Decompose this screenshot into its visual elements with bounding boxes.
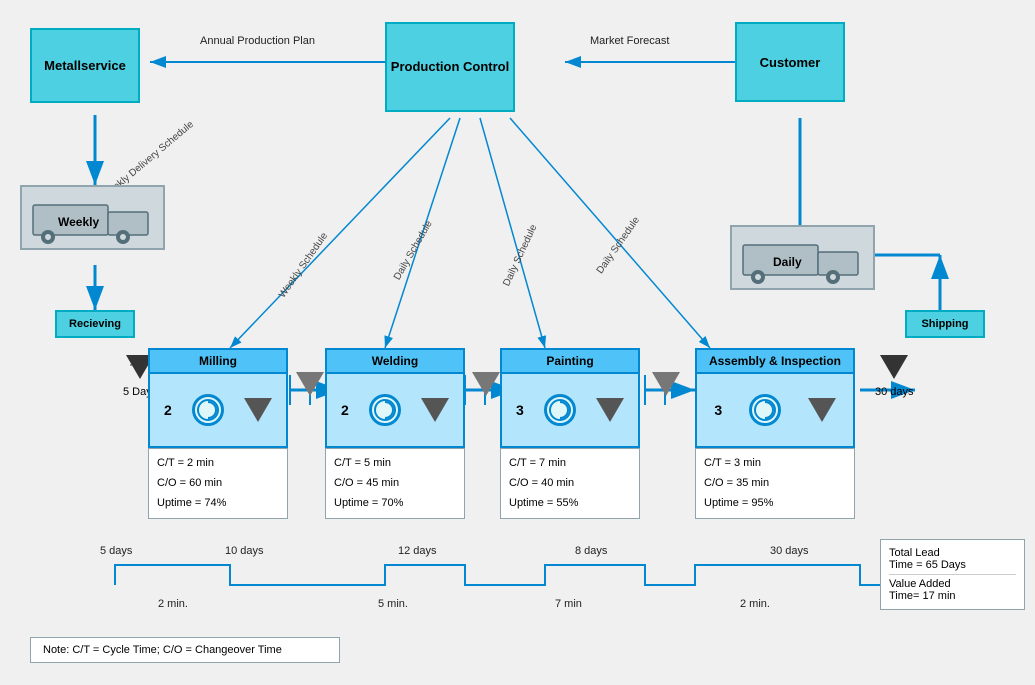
note-text: Note: C/T = Cycle Time; C/O = Changeover… — [43, 644, 282, 656]
timeline-time-3: 2 min. — [740, 598, 770, 610]
receiving-label: Recieving — [69, 318, 121, 330]
shipping-label: Shipping — [921, 318, 968, 330]
svg-text:Daily: Daily — [773, 255, 802, 269]
value-added-label: Value AddedTime= 17 min — [889, 578, 956, 602]
welding-circle — [369, 394, 401, 426]
milling-body: 2 — [150, 374, 286, 446]
painting-operators: 3 — [516, 402, 524, 418]
milling-co: C/O = 60 min — [157, 474, 279, 494]
inventory-30days: 30 days — [875, 355, 914, 398]
total-lead-row: Total LeadTime = 65 Days — [889, 544, 1016, 575]
timeline-days-3: 8 days — [575, 545, 607, 557]
metallservice-box: Metallservice — [30, 28, 140, 103]
milling-info: C/T = 2 min C/O = 60 min Uptime = 74% — [148, 448, 288, 519]
painting-circle — [544, 394, 576, 426]
assembly-inv-triangle — [808, 398, 836, 422]
weekly-truck-box: Weekly — [20, 185, 165, 250]
welding-header: Welding — [327, 350, 463, 374]
milling-ct: C/T = 2 min — [157, 454, 279, 474]
assembly-uptime: Uptime = 95% — [704, 494, 846, 514]
milling-uptime: Uptime = 74% — [157, 494, 279, 514]
customer-box: Customer — [735, 22, 845, 102]
welding-kanban-icon — [373, 398, 397, 422]
inv-triangle-2 — [472, 372, 500, 396]
production-control-box: Production Control — [385, 22, 515, 112]
welding-body: 2 — [327, 374, 463, 446]
painting-kanban-icon — [548, 398, 572, 422]
summary-box: Total LeadTime = 65 Days Value AddedTime… — [880, 539, 1025, 610]
painting-body: 3 — [502, 374, 638, 446]
welding-co: C/O = 45 min — [334, 474, 456, 494]
supplier-label: Metallservice — [44, 58, 126, 73]
timeline-time-2: 7 min — [555, 598, 582, 610]
milling-kanban-icon — [196, 398, 220, 422]
timeline-days-0: 5 days — [100, 545, 132, 557]
daily-schedule-3-label: Daily Schedule — [595, 215, 642, 276]
note-box: Note: C/T = Cycle Time; C/O = Changeover… — [30, 637, 340, 663]
weekly-schedule-label: Weekly Schedule — [277, 231, 330, 300]
timeline-days-2: 12 days — [398, 545, 437, 557]
inv-triangle-1 — [296, 372, 324, 396]
receiving-box: Recieving — [55, 310, 135, 338]
daily-schedule-2-label: Daily Schedule — [501, 223, 539, 288]
welding-operators: 2 — [341, 402, 349, 418]
assembly-body: 3 — [697, 374, 853, 446]
value-added-row: Value AddedTime= 17 min — [889, 575, 1016, 605]
painting-co: C/O = 40 min — [509, 474, 631, 494]
milling-operators: 2 — [164, 402, 172, 418]
timeline-time-0: 2 min. — [158, 598, 188, 610]
diagram: Metallservice Production Control Custome… — [0, 0, 1035, 685]
inv-milling-welding — [296, 372, 324, 399]
welding-uptime: Uptime = 70% — [334, 494, 456, 514]
daily-schedule-1-label: Daily Schedule — [392, 219, 435, 282]
welding-info: C/T = 5 min C/O = 45 min Uptime = 70% — [325, 448, 465, 519]
assembly-kanban-icon — [753, 398, 777, 422]
inv-triangle-3 — [652, 372, 680, 396]
timeline-days-1: 10 days — [225, 545, 264, 557]
inventory-30days-label: 30 days — [875, 386, 914, 398]
daily-truck-box: Daily — [730, 225, 875, 290]
milling-circle — [192, 394, 224, 426]
timeline-days-4: 30 days — [770, 545, 809, 557]
assembly-circle — [749, 394, 781, 426]
assembly-ct: C/T = 3 min — [704, 454, 846, 474]
total-lead-label: Total LeadTime = 65 Days — [889, 547, 966, 571]
welding-process: Welding 2 — [325, 348, 465, 448]
milling-inv-triangle — [244, 398, 272, 422]
painting-uptime: Uptime = 55% — [509, 494, 631, 514]
painting-ct: C/T = 7 min — [509, 454, 631, 474]
milling-process: Milling 2 — [148, 348, 288, 448]
timeline-time-1: 5 min. — [378, 598, 408, 610]
assembly-co: C/O = 35 min — [704, 474, 846, 494]
assembly-info: C/T = 3 min C/O = 35 min Uptime = 95% — [695, 448, 855, 519]
inv-welding-painting — [472, 372, 500, 399]
inv-painting-assembly — [652, 372, 680, 399]
painting-header: Painting — [502, 350, 638, 374]
welding-inv-triangle — [421, 398, 449, 422]
production-control-label: Production Control — [391, 59, 509, 76]
painting-info: C/T = 7 min C/O = 40 min Uptime = 55% — [500, 448, 640, 519]
svg-text:Weekly: Weekly — [58, 215, 99, 229]
daily-truck-icon: Daily — [738, 230, 868, 285]
shipping-box: Shipping — [905, 310, 985, 338]
milling-header: Milling — [150, 350, 286, 374]
weekly-truck-icon: Weekly — [28, 190, 158, 245]
market-forecast-label: Market Forecast — [590, 35, 669, 47]
painting-process: Painting 3 — [500, 348, 640, 448]
customer-label: Customer — [760, 55, 821, 70]
assembly-process: Assembly & Inspection 3 — [695, 348, 855, 448]
welding-ct: C/T = 5 min — [334, 454, 456, 474]
assembly-operators: 3 — [714, 402, 722, 418]
annual-plan-label: Annual Production Plan — [200, 35, 315, 47]
assembly-header: Assembly & Inspection — [697, 350, 853, 374]
inventory-triangle-right — [880, 355, 908, 379]
painting-inv-triangle — [596, 398, 624, 422]
